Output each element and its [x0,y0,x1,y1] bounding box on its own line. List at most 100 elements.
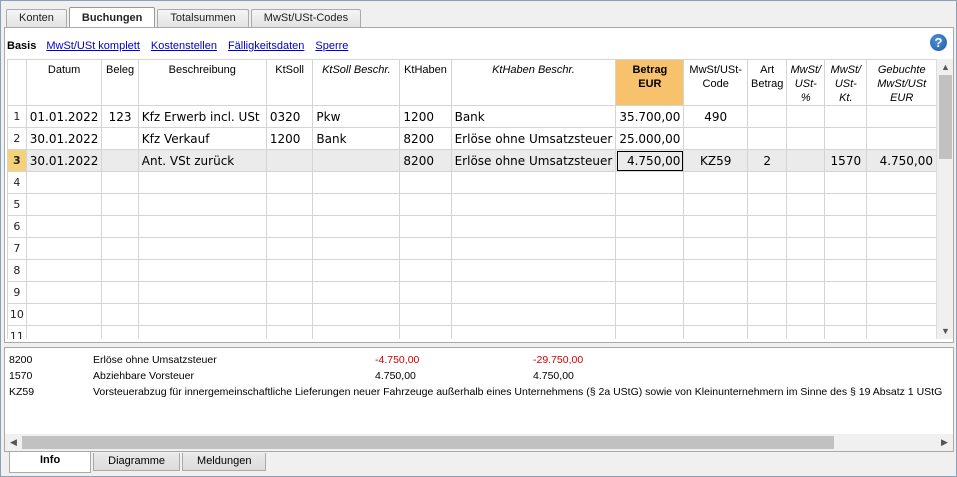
table-cell[interactable] [866,281,937,304]
table-cell[interactable] [746,259,788,282]
table-cell[interactable] [615,325,685,339]
table-cell[interactable] [683,303,748,326]
table-cell[interactable] [683,281,748,304]
scroll-down-icon[interactable]: ▼ [937,323,954,339]
table-cell[interactable] [866,303,937,326]
table-cell[interactable] [265,281,314,304]
tab-totalsummen[interactable]: Totalsummen [157,9,249,27]
col-header-beleg[interactable]: Beleg [101,59,139,106]
table-cell[interactable] [786,237,826,260]
row-number[interactable]: 8 [7,259,27,282]
table-cell[interactable] [137,237,267,260]
table-cell[interactable] [101,259,139,282]
table-cell[interactable]: Ant. VSt zurück [137,149,267,172]
col-header-ktsoll-beschr[interactable]: KtSoll Beschr. [312,59,401,106]
table-row[interactable]: 5 [7,193,937,216]
row-number[interactable]: 6 [7,215,27,238]
table-cell[interactable] [101,281,139,304]
table-cell[interactable] [683,171,748,194]
table-cell[interactable] [137,325,267,339]
table-cell[interactable] [786,127,826,150]
table-cell[interactable] [824,215,868,238]
table-cell[interactable] [866,105,937,128]
table-cell[interactable] [450,303,617,326]
table-cell[interactable] [101,325,139,339]
table-cell[interactable] [683,325,748,339]
table-row[interactable]: 8 [7,259,937,282]
table-cell[interactable] [137,303,267,326]
table-cell[interactable]: 1570 [824,149,868,172]
table-cell[interactable] [824,127,868,150]
table-cell[interactable] [824,171,868,194]
table-cell[interactable] [265,303,314,326]
table-cell[interactable] [312,149,401,172]
col-header-betrag[interactable]: Betrag EUR [615,59,685,106]
table-cell[interactable] [824,105,868,128]
table-cell[interactable] [399,237,452,260]
table-cell[interactable]: 4.750,00 [866,149,937,172]
table-row[interactable]: 9 [7,281,937,304]
table-cell[interactable] [615,171,685,194]
table-cell[interactable] [101,303,139,326]
table-cell[interactable] [312,193,401,216]
table-cell[interactable] [866,171,937,194]
table-cell[interactable] [746,237,788,260]
table-cell[interactable] [265,149,314,172]
table-cell[interactable] [683,215,748,238]
table-cell[interactable] [137,171,267,194]
table-cell[interactable]: 8200 [399,127,452,150]
col-header-art-betrag[interactable]: Art Betrag [746,59,788,106]
table-cell[interactable] [615,237,685,260]
table-cell[interactable]: 01.01.2022 [25,105,103,128]
table-cell[interactable]: 2 [746,149,788,172]
table-cell[interactable]: 25.000,00 [615,127,685,150]
table-cell[interactable] [137,259,267,282]
table-cell[interactable] [450,193,617,216]
table-cell[interactable] [824,259,868,282]
tab-info[interactable]: Info [9,452,92,473]
table-cell[interactable] [312,215,401,238]
table-cell[interactable] [866,215,937,238]
table-cell[interactable] [786,281,826,304]
table-cell[interactable] [786,193,826,216]
col-header-datum[interactable]: Datum [25,59,103,106]
scrollbar-thumb[interactable] [22,436,834,449]
table-cell[interactable] [25,171,103,194]
table-cell[interactable] [450,237,617,260]
table-cell[interactable]: Bank [312,127,401,150]
table-cell[interactable] [450,171,617,194]
table-cell[interactable] [866,325,937,339]
table-cell[interactable] [137,281,267,304]
table-cell[interactable] [399,281,452,304]
table-row[interactable]: 4 [7,171,937,194]
table-row[interactable]: 7 [7,237,937,260]
table-cell[interactable] [312,237,401,260]
horizontal-scrollbar[interactable]: ◀ ▶ [5,434,953,451]
table-cell[interactable] [399,171,452,194]
table-cell[interactable] [265,171,314,194]
scroll-right-icon[interactable]: ▶ [936,434,953,451]
view-basis[interactable]: Basis [7,40,36,52]
scroll-up-icon[interactable]: ▲ [937,59,954,75]
table-cell[interactable] [450,281,617,304]
row-number[interactable]: 11 [7,325,27,339]
view-faelligkeitsdaten[interactable]: Fälligkeitsdaten [228,40,304,52]
table-row[interactable]: 1 01.01.2022 123 Kfz Erwerb incl. USt 0320 Pk… [7,105,937,128]
table-cell[interactable] [450,215,617,238]
table-row[interactable]: 6 [7,215,937,238]
table-cell[interactable]: KZ59 [683,149,748,172]
row-number[interactable]: 1 [7,105,27,128]
table-cell[interactable] [101,193,139,216]
tab-meldungen[interactable]: Meldungen [182,453,267,471]
table-cell[interactable] [683,259,748,282]
row-number[interactable]: 7 [7,237,27,260]
table-cell[interactable] [824,237,868,260]
col-header-gebuchte-mwst[interactable]: Gebuchte MwSt/USt EUR [866,59,937,106]
table-cell[interactable] [25,259,103,282]
view-mwst-komplett[interactable]: MwSt/USt komplett [46,40,140,52]
table-cell[interactable] [312,303,401,326]
table-cell[interactable] [25,281,103,304]
view-sperre[interactable]: Sperre [315,40,348,52]
table-cell[interactable] [101,215,139,238]
table-cell[interactable]: Kfz Erwerb incl. USt [137,105,267,128]
